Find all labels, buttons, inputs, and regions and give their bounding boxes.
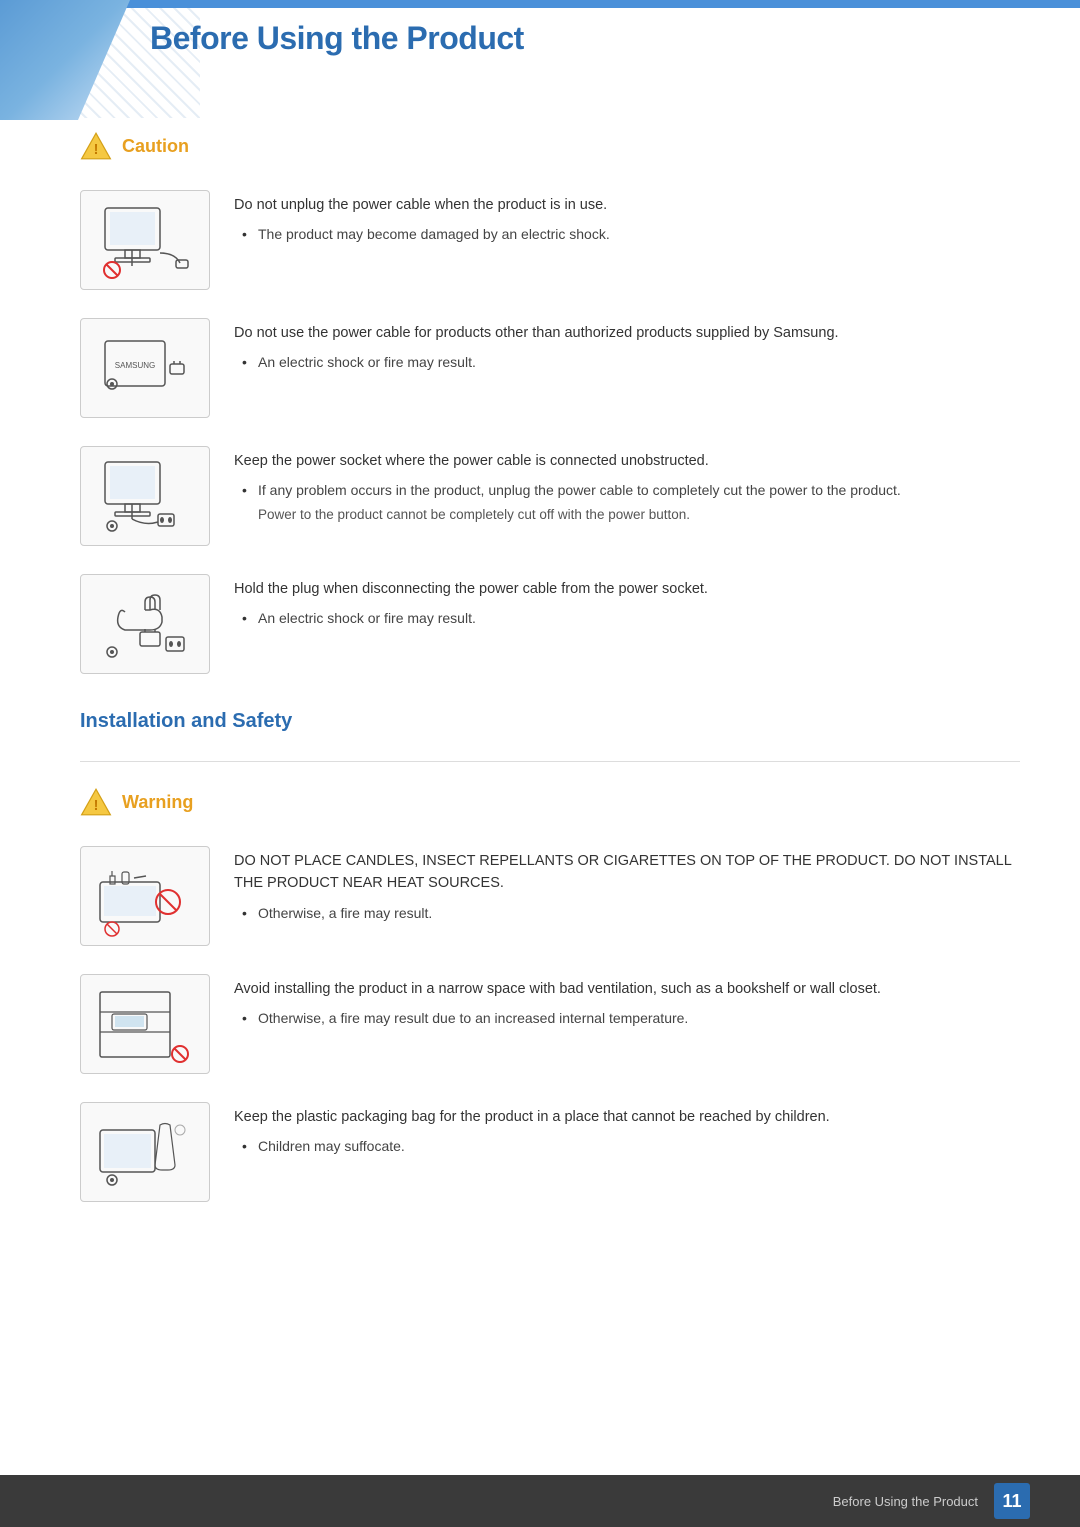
caution-section: ! Caution <box>80 130 1020 674</box>
warning-image-2 <box>80 974 210 1074</box>
caution-item-4: Hold the plug when disconnecting the pow… <box>80 574 1020 674</box>
warning-header: ! Warning <box>80 786 1020 818</box>
svg-text:!: ! <box>94 142 99 158</box>
caution-label: Caution <box>122 136 189 157</box>
warning-section: ! Warning <box>80 786 1020 1202</box>
svg-text:!: ! <box>94 798 99 814</box>
caution-image-4 <box>80 574 210 674</box>
caution-text-1: Do not unplug the power cable when the p… <box>234 190 1020 249</box>
warning-icon: ! <box>80 786 112 818</box>
installation-section: Installation and Safety <box>80 710 1020 762</box>
main-content: ! Caution <box>80 130 1020 1467</box>
caution-image-1 <box>80 190 210 290</box>
divider <box>80 761 1020 762</box>
top-border <box>0 0 1080 8</box>
page-footer: Before Using the Product 11 <box>0 1475 1080 1527</box>
warning-text-2: Avoid installing the product in a narrow… <box>234 974 1020 1033</box>
caution-text-4: Hold the plug when disconnecting the pow… <box>234 574 1020 633</box>
warning-image-1 <box>80 846 210 946</box>
caution-sub-note: Power to the product cannot be completel… <box>234 505 1020 525</box>
warning-text-3: Keep the plastic packaging bag for the p… <box>234 1102 1020 1161</box>
caution-item-3: Keep the power socket where the power ca… <box>80 446 1020 546</box>
installation-title: Installation and Safety <box>80 710 1020 741</box>
warning-item-2: Avoid installing the product in a narrow… <box>80 974 1020 1074</box>
page-number: 11 <box>994 1483 1030 1519</box>
warning-item-1: DO NOT PLACE CANDLES, INSECT REPELLANTS … <box>80 846 1020 946</box>
footer-text: Before Using the Product <box>833 1494 978 1509</box>
warning-text-1: DO NOT PLACE CANDLES, INSECT REPELLANTS … <box>234 846 1020 928</box>
warning-image-3 <box>80 1102 210 1202</box>
caution-text-2: Do not use the power cable for products … <box>234 318 1020 377</box>
warning-label: Warning <box>122 792 193 813</box>
caution-header: ! Caution <box>80 130 1020 162</box>
caution-image-2: SAMSUNG <box>80 318 210 418</box>
caution-text-3: Keep the power socket where the power ca… <box>234 446 1020 526</box>
svg-text:SAMSUNG: SAMSUNG <box>115 361 155 370</box>
caution-icon: ! <box>80 130 112 162</box>
warning-item-3: Keep the plastic packaging bag for the p… <box>80 1102 1020 1202</box>
caution-item-1: Do not unplug the power cable when the p… <box>80 190 1020 290</box>
page-title: Before Using the Product <box>150 20 1040 57</box>
caution-image-3 <box>80 446 210 546</box>
caution-item-2: SAMSUNG Do not use the power cable for p… <box>80 318 1020 418</box>
